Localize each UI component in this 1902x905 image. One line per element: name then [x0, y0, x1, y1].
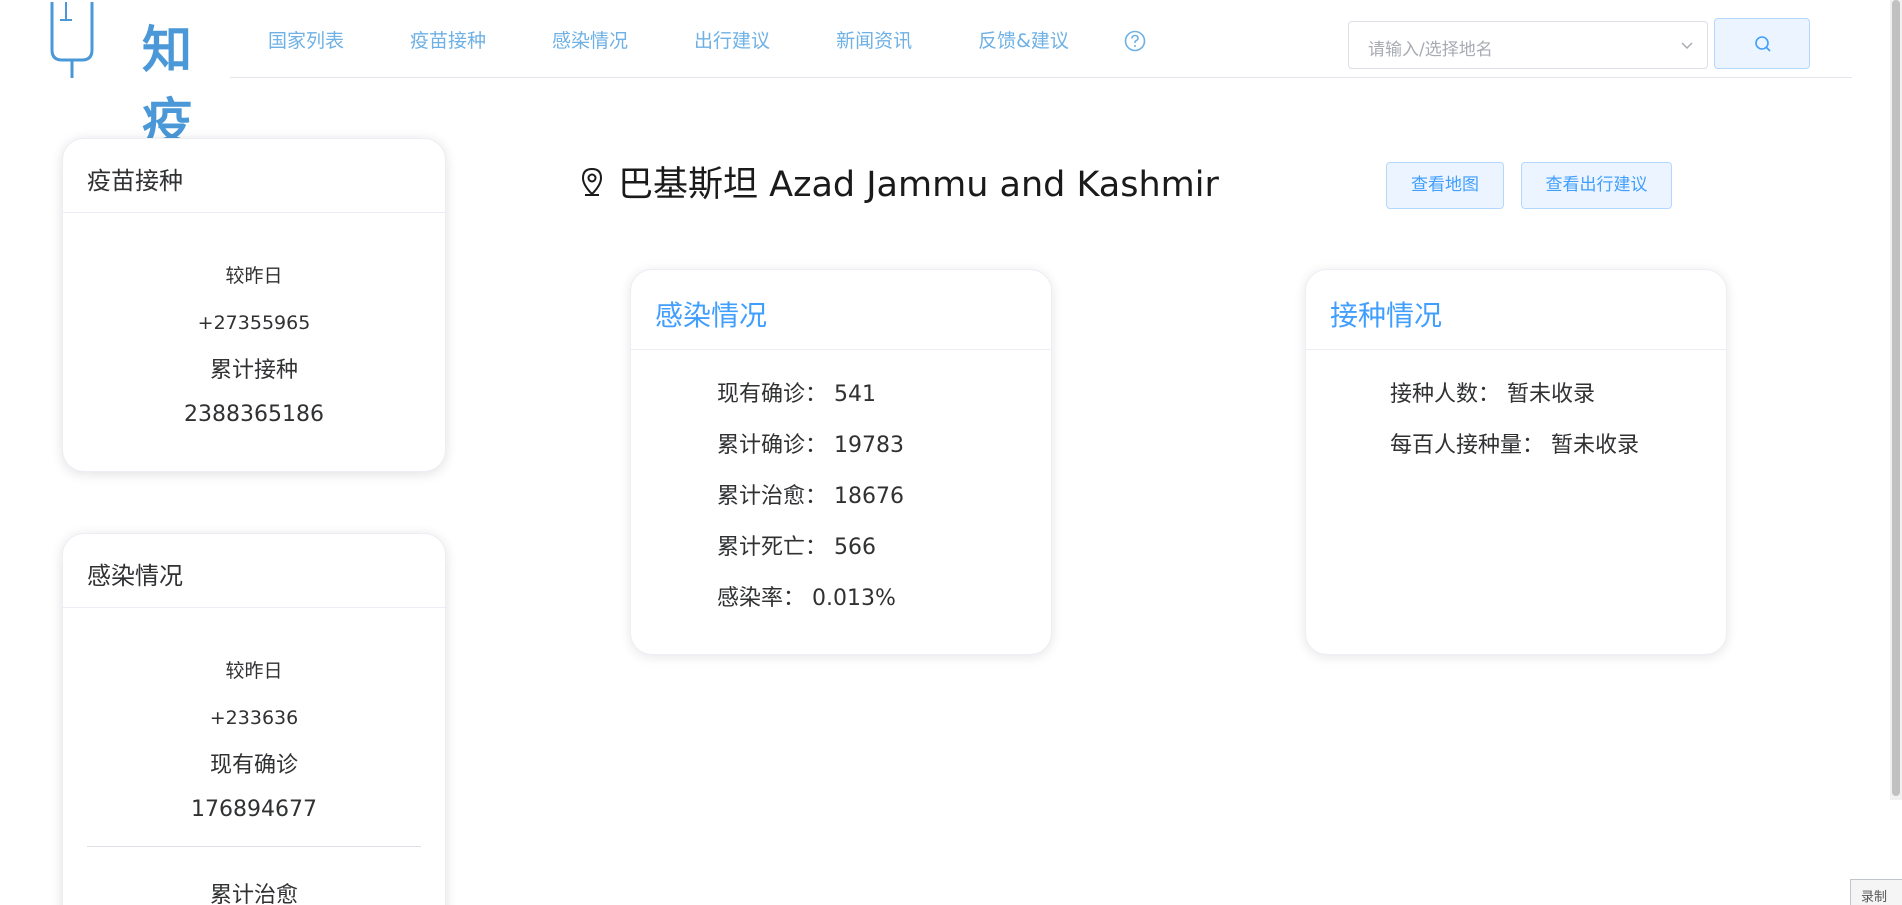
site-logo[interactable]: 知疫: [46, 0, 206, 151]
vaccination-detail-card: 接种情况 接种人数： 暂未收录 每百人接种量： 暂未收录: [1305, 269, 1727, 655]
search-icon: [1755, 36, 1771, 52]
nav-vaccination[interactable]: 疫苗接种: [410, 26, 486, 53]
recorder-tab[interactable]: 录制: [1850, 879, 1902, 905]
detail-value: 566: [834, 535, 877, 560]
logo-text: 知疫: [142, 21, 194, 151]
place-title: 巴基斯坦 Azad Jammu and Kashmir: [580, 156, 1219, 207]
scrollbar-thumb[interactable]: [1892, 0, 1900, 796]
detail-label: 累计死亡：: [717, 535, 828, 560]
detail-label: 每百人接种量：: [1390, 433, 1545, 458]
header-divider: [230, 77, 1852, 78]
vaccine-summary-card: 疫苗接种 较昨日 +27355965 累计接种 2388365186: [62, 138, 446, 472]
nav-news[interactable]: 新闻资讯: [836, 26, 912, 53]
view-travel-advice-button[interactable]: 查看出行建议: [1521, 162, 1672, 209]
detail-label: 接种人数：: [1390, 382, 1501, 407]
detail-label: 累计确诊：: [717, 433, 828, 458]
detail-value: 暂未收录: [1551, 433, 1640, 458]
detail-row: 每百人接种量： 暂未收录: [1390, 427, 1726, 478]
next-label: 累计治愈: [209, 883, 298, 905]
detail-value: 18676: [834, 484, 905, 509]
detail-row: 累计治愈： 18676: [717, 478, 1051, 529]
detail-row: 现有确诊： 541: [717, 376, 1051, 427]
compare-value: +27355965: [197, 312, 311, 334]
total-label: 累计接种: [209, 358, 298, 383]
view-map-button[interactable]: 查看地图: [1386, 162, 1504, 209]
card-divider: [87, 846, 421, 847]
current-value: 176894677: [191, 797, 317, 822]
detail-label: 累计治愈：: [717, 484, 828, 509]
detail-label: 现有确诊：: [717, 382, 828, 407]
detail-row: 累计死亡： 566: [717, 529, 1051, 580]
detail-row: 接种人数： 暂未收录: [1390, 376, 1726, 427]
compare-label: 较昨日: [225, 265, 283, 287]
chevron-down-icon: [1681, 42, 1693, 50]
search-input[interactable]: 请输入/选择地名: [1348, 21, 1708, 69]
card-title: 感染情况: [63, 534, 445, 608]
detail-value: 541: [834, 382, 877, 407]
nav-infection[interactable]: 感染情况: [552, 26, 628, 53]
current-label: 现有确诊: [209, 753, 298, 778]
card-title: 感染情况: [631, 270, 1051, 350]
infection-summary-card: 感染情况 较昨日 +233636 现有确诊 176894677 累计治愈: [62, 533, 446, 905]
total-value: 2388365186: [184, 402, 324, 427]
place-name: 巴基斯坦 Azad Jammu and Kashmir: [618, 165, 1219, 205]
location-pin-icon: [581, 167, 603, 196]
search-placeholder: 请输入/选择地名: [1368, 40, 1493, 60]
card-title: 疫苗接种: [63, 139, 445, 213]
detail-row: 累计确诊： 19783: [717, 427, 1051, 478]
nav-travel-advice[interactable]: 出行建议: [694, 26, 770, 53]
page-scrollbar[interactable]: [1890, 0, 1902, 800]
syringe-logo-icon: [50, 2, 94, 78]
infection-detail-card: 感染情况 现有确诊： 541 累计确诊： 19783 累计治愈： 18676 累…: [630, 269, 1052, 655]
question-circle-icon[interactable]: [1124, 30, 1146, 52]
compare-label: 较昨日: [225, 660, 283, 682]
search-button[interactable]: [1714, 18, 1810, 69]
nav-feedback[interactable]: 反馈&建议: [978, 26, 1069, 53]
detail-label: 感染率：: [717, 586, 806, 611]
detail-row: 感染率： 0.013%: [717, 580, 1051, 631]
main-nav: 国家列表 疫苗接种 感染情况 出行建议 新闻资讯 反馈&建议: [268, 26, 1069, 53]
detail-value: 0.013%: [812, 586, 896, 611]
card-title: 接种情况: [1306, 270, 1726, 350]
detail-value: 19783: [834, 433, 905, 458]
compare-value: +233636: [209, 707, 299, 729]
nav-country-list[interactable]: 国家列表: [268, 26, 344, 53]
detail-value: 暂未收录: [1507, 382, 1596, 407]
